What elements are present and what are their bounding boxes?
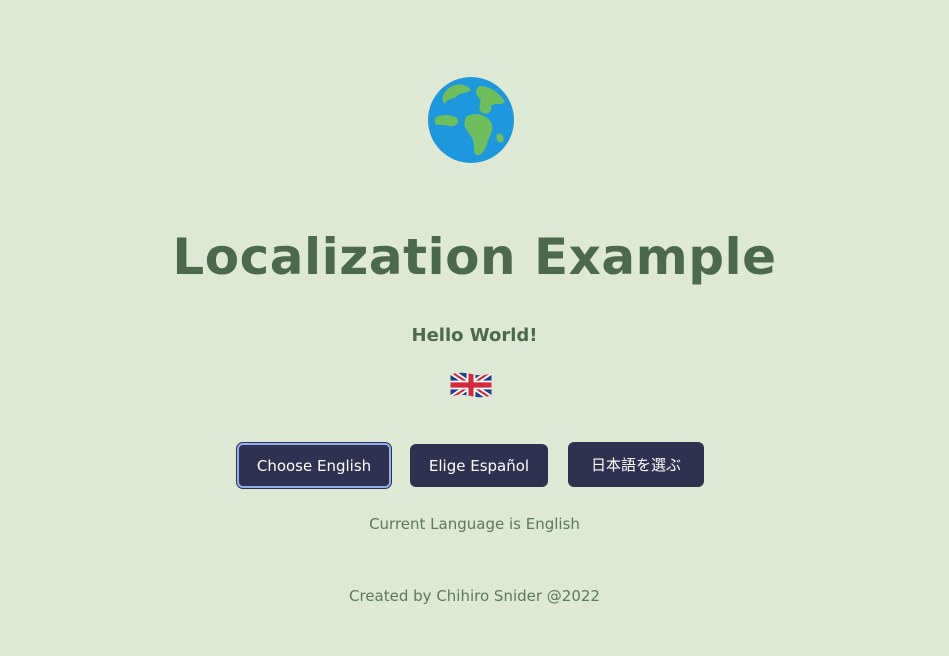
page-title: Localization Example [172, 228, 777, 286]
current-language-text: Current Language is English [369, 515, 580, 533]
uk-flag-icon [450, 372, 492, 398]
greeting-text: Hello World! [411, 325, 538, 346]
globe-icon [428, 77, 514, 163]
footer-credit: Created by Chihiro Snider @2022 [349, 587, 600, 605]
choose-japanese-button[interactable]: 日本語を選ぶ [568, 442, 704, 487]
choose-spanish-button[interactable]: Elige Español [410, 444, 548, 487]
choose-english-button[interactable]: Choose English [237, 443, 391, 488]
